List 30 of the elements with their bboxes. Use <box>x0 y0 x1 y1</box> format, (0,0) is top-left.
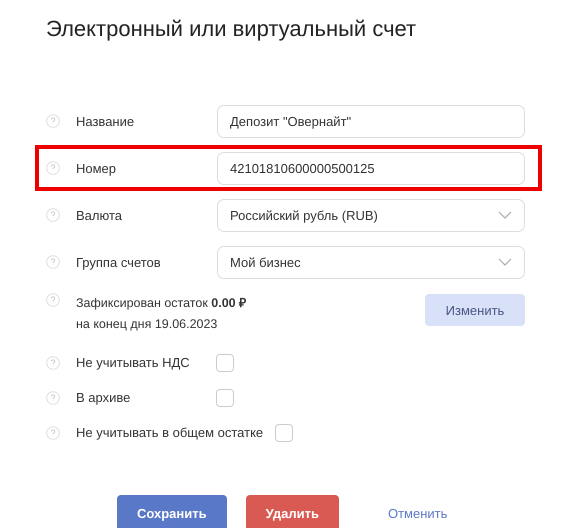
checkbox[interactable] <box>216 354 234 372</box>
help-icon[interactable] <box>46 161 60 175</box>
cancel-link[interactable]: Отменить <box>368 495 468 528</box>
input-field[interactable]: 42101810600000500125 <box>217 152 525 184</box>
field-label: Группа счетов <box>76 254 162 270</box>
delete-button[interactable]: Удалить <box>246 495 339 528</box>
checkbox-label: Не учитывать НДС <box>76 355 191 370</box>
help-icon[interactable] <box>46 255 60 269</box>
help-icon[interactable] <box>46 426 60 440</box>
checkbox[interactable] <box>216 388 234 406</box>
checkbox[interactable] <box>275 424 294 442</box>
help-icon[interactable] <box>46 208 60 222</box>
input-field[interactable]: Депозит "Овернайт" <box>217 104 525 138</box>
change-button[interactable]: Изменить <box>425 294 525 326</box>
select-field[interactable]: Мой бизнес <box>217 246 525 278</box>
help-icon[interactable] <box>46 390 60 404</box>
save-button[interactable]: Сохранить <box>117 495 227 528</box>
help-icon[interactable] <box>46 293 60 307</box>
field-label: Номер <box>76 160 118 176</box>
help-icon[interactable] <box>46 356 60 370</box>
checkbox-label: Не учитывать в общем остатке <box>76 425 264 440</box>
checkbox-label: В архиве <box>76 390 132 405</box>
help-icon[interactable] <box>46 114 60 128</box>
chevron-icon <box>498 258 512 266</box>
field-label: Валюта <box>76 208 123 222</box>
balance-text: Зафиксирован остаток 0.00 ₽ на конец дня 19.06.2023 <box>76 295 248 333</box>
dialog-title: Электронный или виртуальный счет <box>46 16 418 42</box>
field-label: Название <box>76 114 136 128</box>
chevron-icon <box>498 211 512 219</box>
select-field[interactable]: Российский рубль (RUB) <box>217 198 525 232</box>
